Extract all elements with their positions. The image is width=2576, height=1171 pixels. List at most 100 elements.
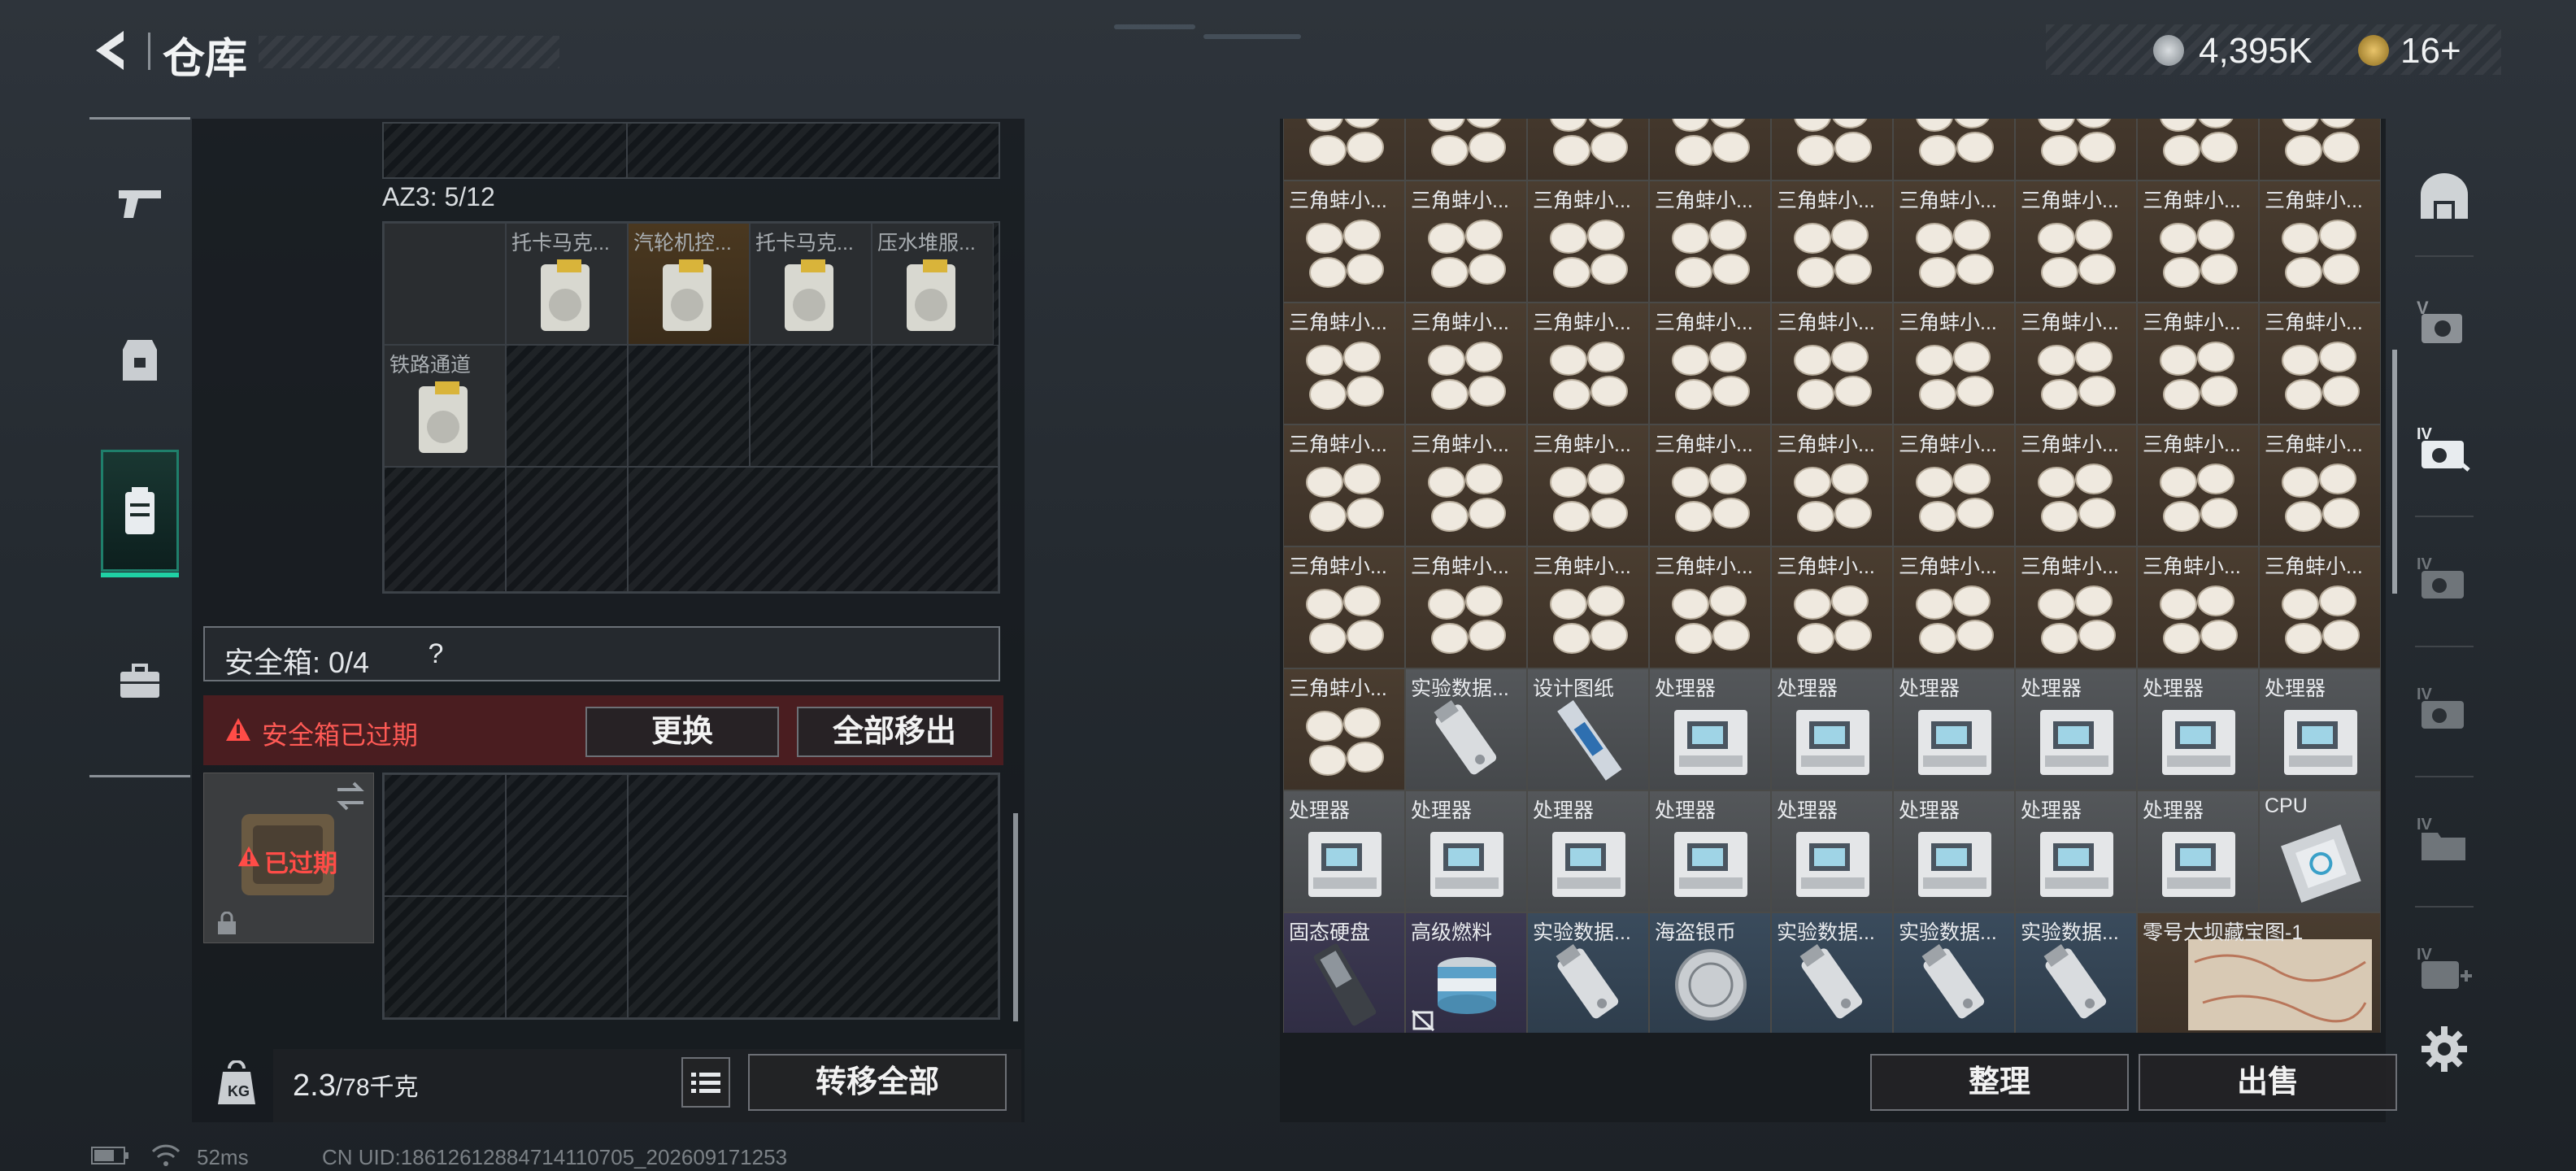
inventory-item[interactable]: 三角蚌小... (1405, 303, 1527, 424)
inventory-item[interactable]: 三角蚌小... (2259, 181, 2381, 303)
inventory-item[interactable]: 三角蚌小... (1527, 181, 1649, 303)
inventory-item[interactable]: 三角蚌小... (2259, 119, 2381, 181)
inventory-item[interactable]: 三角蚌小... (1527, 303, 1649, 424)
inventory-item[interactable]: 三角蚌小... (2137, 424, 2259, 546)
inventory-item[interactable]: 三角蚌小... (1893, 303, 2015, 424)
empty-slot[interactable] (384, 896, 506, 1018)
nav-storage-v[interactable]: V (2399, 260, 2490, 382)
inventory-item[interactable]: 处理器 (1771, 790, 1893, 912)
inventory-item[interactable]: 三角蚌小... (1771, 181, 1893, 303)
sell-button[interactable]: 出售 (2139, 1054, 2397, 1111)
inventory-item[interactable]: 三角蚌小... (2137, 303, 2259, 424)
inventory-item[interactable]: 三角蚌小... (1893, 181, 2015, 303)
nav-backpack[interactable] (101, 450, 179, 577)
empty-slot[interactable] (384, 774, 506, 896)
nav-storage-iv-4[interactable]: IV (2399, 777, 2490, 899)
inventory-item[interactable]: 三角蚌小... (2137, 181, 2259, 303)
inventory-item[interactable]: 处理器 (1893, 790, 2015, 912)
inventory-item[interactable]: 三角蚌小... (1893, 119, 2015, 181)
empty-slot[interactable] (750, 345, 872, 467)
inventory-item[interactable]: 三角蚌小... (2259, 546, 2381, 668)
inventory-item[interactable]: 处理器 (1649, 790, 1771, 912)
inventory-item[interactable]: 三角蚌小... (1283, 119, 1405, 181)
empty-slot[interactable] (506, 896, 628, 1018)
inventory-item[interactable]: 三角蚌小... (1405, 119, 1527, 181)
inventory-item[interactable]: 设计图纸 (1527, 668, 1649, 790)
inventory-item[interactable]: 零号大坝藏宝图-1 (2137, 912, 2381, 1033)
inventory-item[interactable]: 三角蚌小... (1527, 424, 1649, 546)
nav-storage-iv-1[interactable]: IV (2399, 387, 2490, 509)
settings-button[interactable] (2399, 1000, 2490, 1098)
inventory-item[interactable]: 三角蚌小... (1771, 546, 1893, 668)
inventory-item[interactable]: 三角蚌小... (2015, 119, 2137, 181)
inventory-item[interactable]: 三角蚌小... (2015, 303, 2137, 424)
empty-slot[interactable] (384, 223, 506, 345)
swap-icon[interactable] (334, 781, 367, 811)
inventory-slot[interactable]: 铁路通道 (384, 345, 506, 467)
inventory-item[interactable]: 处理器 (1893, 668, 2015, 790)
inventory-item[interactable]: 处理器 (1649, 668, 1771, 790)
empty-slot[interactable] (384, 467, 506, 592)
empty-slot[interactable] (872, 345, 999, 467)
back-button[interactable] (88, 26, 137, 75)
inventory-item[interactable]: 三角蚌小... (2015, 546, 2137, 668)
inventory-item[interactable]: 三角蚌小... (1771, 303, 1893, 424)
inventory-item[interactable]: 三角蚌小... (2015, 181, 2137, 303)
inventory-item[interactable]: 三角蚌小... (1283, 546, 1405, 668)
empty-slot[interactable] (628, 774, 999, 1018)
inventory-item[interactable]: 三角蚌小... (1283, 668, 1405, 790)
empty-slot[interactable] (628, 467, 999, 592)
inventory-item[interactable]: 三角蚌小... (1649, 303, 1771, 424)
nav-briefcase[interactable] (89, 620, 190, 742)
inventory-item[interactable]: 三角蚌小... (2137, 119, 2259, 181)
nav-storage-iv-2[interactable]: IV (2399, 517, 2490, 639)
inventory-item[interactable]: 海盗银币 (1649, 912, 1771, 1033)
inventory-item[interactable]: 三角蚌小... (2259, 303, 2381, 424)
left-scrollbar[interactable] (1013, 813, 1018, 1021)
inventory-item[interactable]: 三角蚌小... (1405, 424, 1527, 546)
inventory-item[interactable]: 三角蚌小... (1893, 424, 2015, 546)
inventory-slot[interactable]: 托卡马克... (750, 223, 872, 345)
inventory-item[interactable]: 处理器 (2015, 668, 2137, 790)
stash-scrollbar[interactable] (2392, 350, 2397, 594)
inventory-item[interactable]: 三角蚌小... (1649, 546, 1771, 668)
safebox-slot[interactable]: 已过期 (203, 773, 374, 943)
nav-storage-iv-3[interactable]: IV (2399, 647, 2490, 769)
transfer-all-button[interactable]: 转移全部 (748, 1054, 1007, 1111)
empty-slot[interactable] (506, 345, 628, 467)
list-view-button[interactable] (681, 1057, 730, 1108)
inventory-item[interactable]: 三角蚌小... (1527, 119, 1649, 181)
inventory-item[interactable]: 三角蚌小... (1405, 181, 1527, 303)
nav-storage-helmet[interactable] (2399, 135, 2490, 257)
inventory-item[interactable]: 三角蚌小... (1527, 546, 1649, 668)
inventory-item[interactable]: 三角蚌小... (1649, 181, 1771, 303)
inventory-item[interactable]: 处理器 (1283, 790, 1405, 912)
empty-slot[interactable] (628, 345, 750, 467)
inventory-item[interactable]: 三角蚌小... (2015, 424, 2137, 546)
inventory-item[interactable]: 三角蚌小... (1649, 424, 1771, 546)
inventory-item[interactable]: 三角蚌小... (2259, 424, 2381, 546)
inventory-slot[interactable]: 压水堆服... (872, 223, 994, 345)
inventory-item[interactable]: 三角蚌小... (2137, 546, 2259, 668)
inventory-item[interactable]: 实验数据... (1405, 668, 1527, 790)
replace-button[interactable]: 更换 (585, 707, 779, 757)
inventory-item[interactable]: 三角蚌小... (1283, 424, 1405, 546)
inventory-item[interactable]: 处理器 (1405, 790, 1527, 912)
inventory-item[interactable]: CPU (2259, 790, 2381, 912)
nav-armor[interactable] (89, 300, 190, 422)
inventory-item[interactable]: 三角蚌小... (1771, 424, 1893, 546)
empty-slot[interactable] (506, 467, 628, 592)
inventory-slot[interactable]: 托卡马克... (506, 223, 628, 345)
inventory-item[interactable]: 三角蚌小... (1283, 181, 1405, 303)
inventory-item[interactable]: 高级燃料 (1405, 912, 1527, 1033)
inventory-item[interactable]: 处理器 (2137, 790, 2259, 912)
empty-slot[interactable] (506, 774, 628, 896)
inventory-item[interactable]: 固态硬盘 (1283, 912, 1405, 1033)
inventory-item[interactable]: 三角蚌小... (1405, 546, 1527, 668)
remove-all-button[interactable]: 全部移出 (797, 707, 992, 757)
inventory-item[interactable]: 三角蚌小... (1893, 546, 2015, 668)
inventory-item[interactable]: 三角蚌小... (1649, 119, 1771, 181)
help-button[interactable]: ? (418, 636, 454, 672)
sort-button[interactable]: 整理 (1870, 1054, 2129, 1111)
inventory-item[interactable]: 处理器 (1527, 790, 1649, 912)
